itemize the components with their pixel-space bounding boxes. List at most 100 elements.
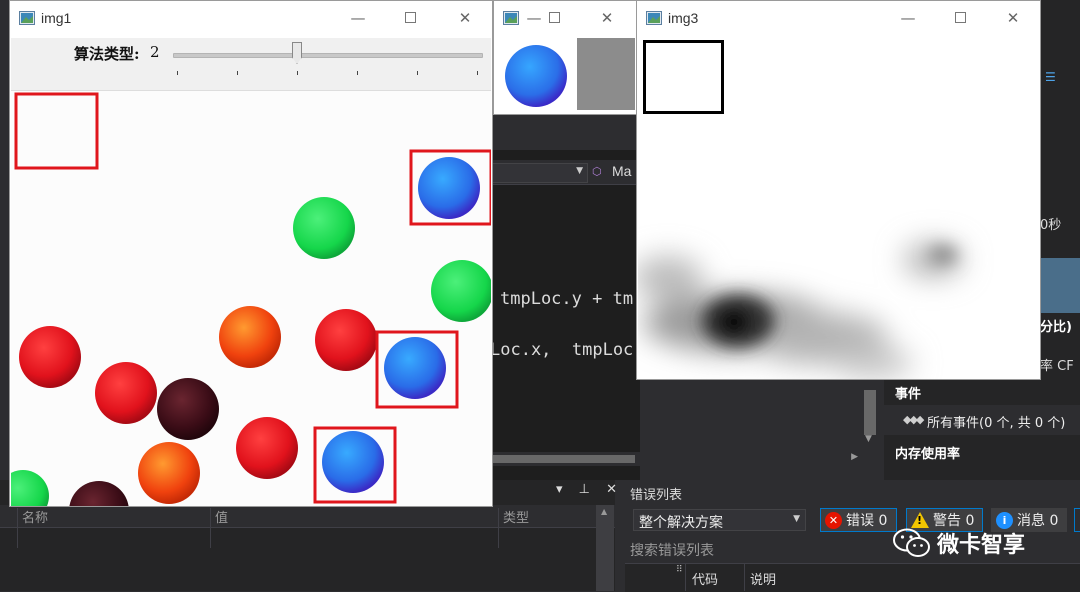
locals-scrollbar[interactable]: ▲ [596,505,614,591]
img2-canvas [495,38,635,110]
orange-candy [219,306,281,368]
column-divider [210,508,211,548]
code-line-1[interactable]: tmpLoc.y + tm [500,289,633,309]
trackbar-thumb[interactable] [292,42,302,64]
watermark: 微卡智享 [893,527,1025,559]
img2-titlebar[interactable]: — ✕ [494,1,637,37]
locals-col-value[interactable]: 值 [215,507,228,526]
red-candy [315,309,377,371]
maximize-button[interactable] [544,9,564,27]
scroll-down-icon[interactable]: ▼ [865,434,872,444]
scrollbar-thumb[interactable] [864,390,876,435]
close-button[interactable]: ✕ [455,9,475,27]
column-divider [498,508,499,548]
trackbar-tick [417,71,418,75]
trackbar-tick [237,71,238,75]
blue-candy [418,157,480,219]
minimize-button[interactable]: — [524,9,544,27]
scroll-right-icon[interactable]: ▶ [851,452,858,462]
img3-titlebar[interactable]: img3 — ✕ [637,1,1040,37]
code-line-2[interactable]: Loc.x, tmpLoc. [490,340,644,360]
close-button[interactable]: ✕ [1003,9,1023,27]
img3-canvas [638,38,1039,379]
locals-col-type[interactable]: 类型 [503,507,529,526]
window-app-icon [19,11,35,25]
member-cube-icon: ⬡ [592,165,602,178]
column-divider [744,564,745,591]
build-filter-button[interactable] [1074,508,1080,532]
trackbar-track[interactable] [173,53,483,58]
member-combo-text[interactable]: Ma [612,163,631,179]
memory-title: 内存使用率 [895,447,961,462]
error-scope-select[interactable]: 整个解决方案 ▼ [633,509,806,531]
maximize-button[interactable] [400,9,420,27]
img3-window[interactable]: img3 — ✕ [636,0,1041,380]
filter-icon[interactable]: ⠿ [676,565,683,575]
orange-candy [138,442,200,504]
events-all-label: 所有事件(0 个, 共 0 个) [927,416,1066,431]
errors-filter-button[interactable]: ✕ 错误 0 [820,508,897,532]
error-col-code[interactable]: 代码 [692,569,718,588]
minimize-button[interactable]: — [348,9,368,27]
locals-col-name[interactable]: 名称 [22,507,48,526]
column-divider [685,564,686,591]
toolbar-icon[interactable]: ☰ [1045,70,1056,84]
trackbar-tick [477,71,478,75]
events-title: 事件 [895,387,922,402]
error-icon: ✕ [825,511,842,529]
green-candy [431,260,491,322]
template-candy [505,45,567,107]
scope-combo[interactable]: ▼ [490,163,588,183]
red-candy [19,326,81,388]
red-candy [236,417,298,479]
close-button[interactable]: ✕ [597,9,617,27]
watermark-text: 微卡智享 [937,533,1026,558]
blue-candy [384,337,446,399]
trackbar-tick [357,71,358,75]
minimize-button[interactable]: — [898,9,918,27]
horizontal-scrollbar[interactable]: ▶ [490,452,858,466]
trackbar-label: 算法类型: [74,45,140,63]
trackbar-value: 2 [150,43,160,61]
chevron-down-icon: ▼ [793,514,800,524]
error-col-desc[interactable]: 说明 [750,569,776,588]
diag-time-label: 0秒 [1040,218,1062,233]
trackbar-panel: 算法类型: 2 [11,38,491,91]
img1-window[interactable]: img1 — ✕ 算法类型: 2 [9,0,493,507]
template-image [495,38,635,110]
wechat-icon [893,528,930,557]
chevron-down-icon: ▼ [576,166,583,176]
match-result-map [638,38,1039,379]
hscroll-thumb[interactable] [490,455,635,463]
img3-title: img3 [668,10,699,26]
brown-candy [157,378,219,440]
img1-canvas [11,91,491,506]
img2-window[interactable]: — ✕ [493,0,638,115]
red-candy [95,362,157,424]
locals-panel-tools[interactable]: ▾ ⊥ ✕ [556,482,623,497]
candy-image [11,91,491,506]
events-diamond-icon: ◆◆◆ [903,413,924,426]
diag-cpu-title: 分比) [1040,320,1072,335]
info-icon: i [996,511,1013,529]
green-candy [293,197,355,259]
img1-titlebar[interactable]: img1 — ✕ [10,1,492,37]
error-scope-value: 整个解决方案 [639,515,723,531]
column-divider [17,508,18,548]
vertical-scrollbar[interactable]: ▼ [858,380,884,480]
window-app-icon [503,11,519,25]
trackbar-tick [297,71,298,75]
errors-filter-label: 错误 0 [846,513,888,529]
blue-candy [322,431,384,493]
error-search-input[interactable]: 搜索错误列表 [630,540,714,560]
img1-title: img1 [41,10,72,26]
error-list-title: 错误列表 [630,488,683,503]
trackbar-tick [177,71,178,75]
diag-graph [1040,258,1080,313]
scroll-up-icon[interactable]: ▲ [601,507,607,516]
warning-icon: ! [911,512,929,528]
window-app-icon [646,11,662,25]
diag-rate-label: 率 CF [1040,359,1074,374]
maximize-button[interactable] [950,9,970,27]
code-editor[interactable] [490,150,640,480]
